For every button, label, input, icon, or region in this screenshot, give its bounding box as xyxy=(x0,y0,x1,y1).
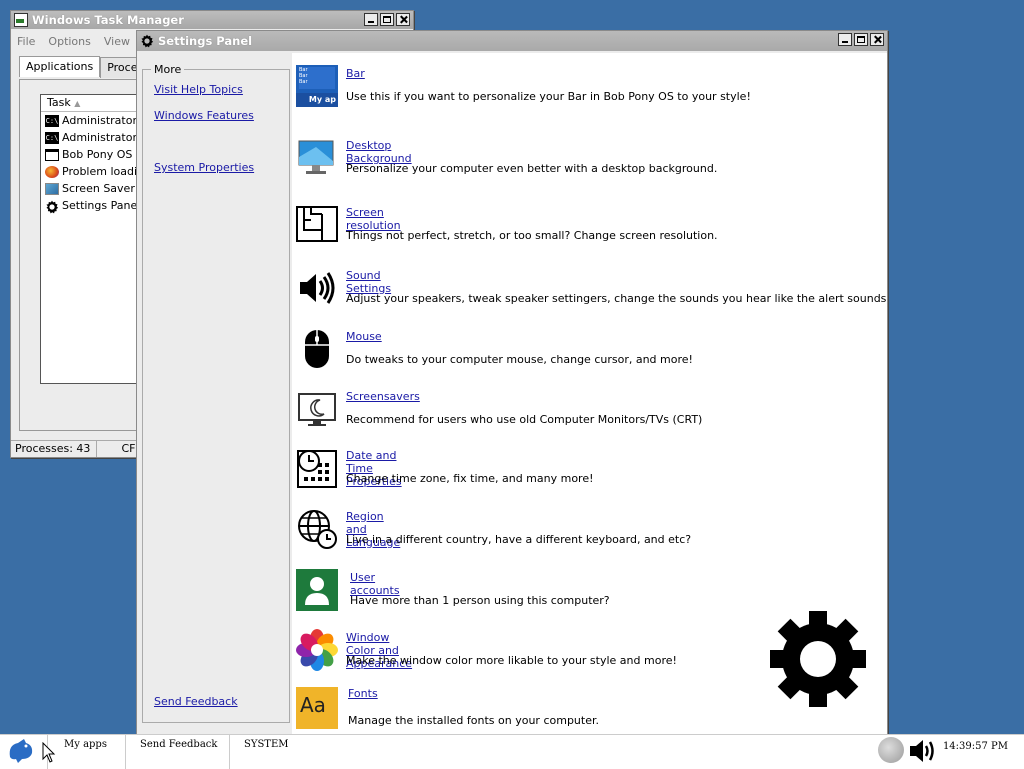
color-flower-icon xyxy=(296,629,338,671)
mouse-icon xyxy=(296,328,338,370)
screen-resolution-icon xyxy=(296,204,338,246)
setting-description: Things not perfect, stretch, or too smal… xyxy=(346,229,718,242)
gear-icon xyxy=(769,610,867,708)
my-apps-button[interactable]: My apps xyxy=(54,735,126,769)
setting-description: Personalize your computer even better wi… xyxy=(346,162,718,175)
settings-titlebar[interactable]: Settings Panel xyxy=(137,31,887,51)
setting-description: Live in a different country, have a diff… xyxy=(346,533,692,546)
setting-description: Use this if you want to personalize your… xyxy=(346,90,751,103)
task-manager-icon xyxy=(14,13,28,27)
task-manager-titlebar[interactable]: Windows Task Manager xyxy=(11,11,413,29)
start-button[interactable] xyxy=(0,735,48,769)
window-controls xyxy=(364,13,410,26)
menu-file[interactable]: File xyxy=(17,35,35,48)
system-label: SYSTEM xyxy=(244,739,289,750)
process-count: Processes: 43 xyxy=(15,441,98,457)
maximize-button[interactable] xyxy=(380,13,394,26)
gear-icon xyxy=(45,200,59,213)
windows-features-link[interactable]: Windows Features xyxy=(154,109,254,122)
setting-title[interactable]: Bar xyxy=(346,67,365,80)
maximize-button[interactable] xyxy=(854,33,868,46)
send-feedback-link[interactable]: Send Feedback xyxy=(154,695,238,708)
minimize-button[interactable] xyxy=(364,13,378,26)
calendar-clock-icon xyxy=(296,447,338,489)
speaker-icon xyxy=(296,267,338,309)
setting-title[interactable]: Mouse xyxy=(346,330,382,343)
setting-description: Change time zone, fix time, and many mor… xyxy=(346,472,594,485)
cmd-icon: C:\ xyxy=(45,114,59,127)
setting-description: Do tweaks to your computer mouse, change… xyxy=(346,353,693,366)
setting-description: Recommend for users who use old Computer… xyxy=(346,413,703,426)
tab-applications[interactable]: Applications xyxy=(19,56,101,77)
pony-logo-icon xyxy=(6,737,36,763)
firefox-icon xyxy=(45,165,59,178)
setting-description: Adjust your speakers, tweak speaker sett… xyxy=(346,292,887,305)
settings-panel-window[interactable]: Settings Panel More Visit Help Topics Wi… xyxy=(136,30,888,737)
window-title: Settings Panel xyxy=(158,34,253,48)
cmd-icon: C:\ xyxy=(45,131,59,144)
menu-options[interactable]: Options xyxy=(48,35,90,48)
setting-description: Have more than 1 person using this compu… xyxy=(350,594,610,607)
sidebar-legend: More xyxy=(151,63,185,76)
gear-icon xyxy=(140,34,154,48)
user-avatar-icon[interactable] xyxy=(878,737,904,763)
mouse-cursor-icon xyxy=(42,741,56,764)
close-button[interactable] xyxy=(870,33,884,46)
settings-list: Bar Bar Bar My ap Bar Use this if you wa… xyxy=(292,53,887,736)
sort-arrow-icon: ▲ xyxy=(74,99,81,108)
screensaver-monitor-icon xyxy=(296,388,338,430)
window-title: Windows Task Manager xyxy=(32,13,184,27)
volume-icon[interactable] xyxy=(908,737,938,765)
setting-title[interactable]: Screensavers xyxy=(346,390,420,403)
visit-help-topics-link[interactable]: Visit Help Topics xyxy=(154,83,243,96)
user-icon xyxy=(296,569,338,611)
menu-view[interactable]: View xyxy=(104,35,130,48)
more-sidebar: More Visit Help Topics Windows Features … xyxy=(142,63,290,723)
setting-description: Make the window color more likable to yo… xyxy=(346,654,677,667)
system-properties-link[interactable]: System Properties xyxy=(154,161,254,174)
minimize-button[interactable] xyxy=(838,33,852,46)
setting-title[interactable]: Fonts xyxy=(348,687,378,700)
fonts-icon: Aa xyxy=(296,687,338,729)
send-feedback-button[interactable]: Send Feedback xyxy=(130,735,230,769)
screensaver-icon xyxy=(45,182,59,195)
setting-description: Manage the installed fonts on your compu… xyxy=(348,714,599,727)
globe-clock-icon xyxy=(296,508,338,550)
window-icon xyxy=(45,148,59,161)
taskbar: My apps Send Feedback SYSTEM 14:39:57 PM xyxy=(0,734,1024,769)
clock: 14:39:57 PM xyxy=(942,741,1008,752)
close-button[interactable] xyxy=(396,13,410,26)
window-controls xyxy=(838,33,884,46)
desktop-background-icon xyxy=(296,137,338,179)
bar-icon: Bar Bar Bar My ap xyxy=(296,65,338,107)
